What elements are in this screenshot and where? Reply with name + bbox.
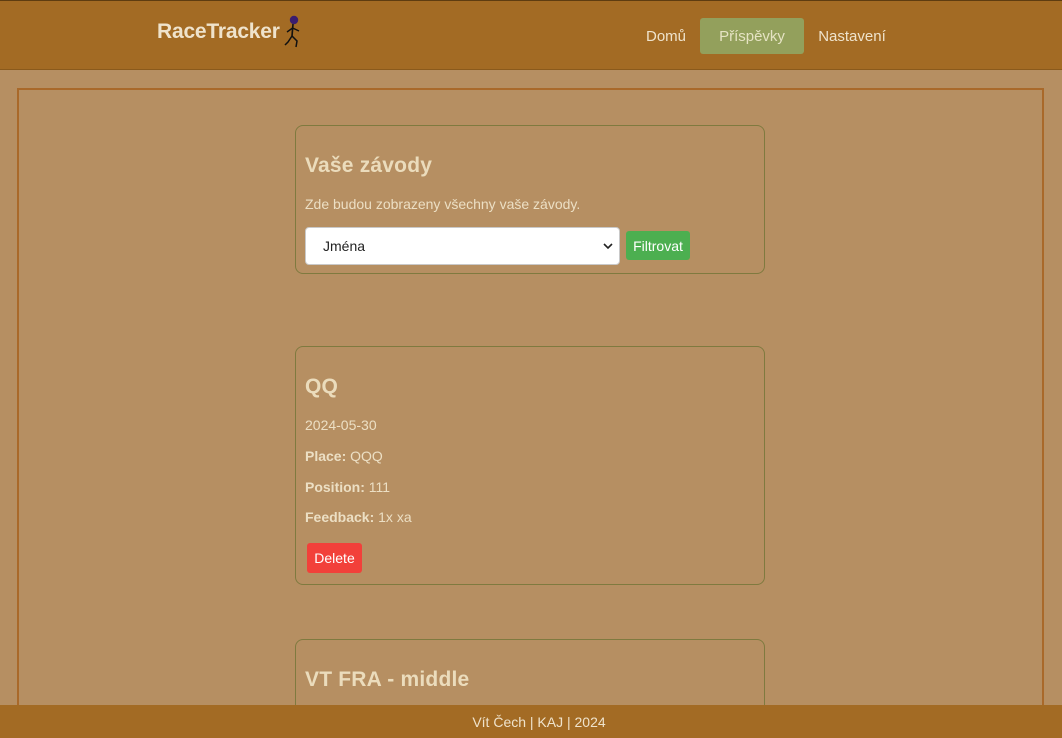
- top-navbar: RaceTracker Domů Příspěvky Nastavení: [0, 0, 1062, 70]
- race-place-label: Place:: [305, 448, 347, 464]
- race-card: QQ 2024-05-30 Place: QQQ Position: 111 F…: [295, 346, 765, 585]
- race-feedback-label: Feedback:: [305, 509, 375, 525]
- race-position-label: Position:: [305, 479, 365, 495]
- race-place: Place: QQQ: [305, 448, 383, 464]
- brand[interactable]: RaceTracker: [157, 14, 305, 50]
- nav-settings[interactable]: Nastavení: [812, 18, 892, 54]
- filter-title: Vaše závody: [305, 154, 433, 177]
- filter-description: Zde budou zobrazeny všechny vaše závody.: [305, 196, 581, 212]
- sort-select[interactable]: Jména: [305, 227, 620, 265]
- runner-icon: [284, 15, 300, 48]
- brand-name: RaceTracker: [157, 20, 280, 43]
- race-date: 2024-05-30: [305, 417, 377, 433]
- nav-home[interactable]: Domů: [640, 18, 692, 54]
- race-position: Position: 111: [305, 479, 390, 495]
- filter-button[interactable]: Filtrovat: [626, 231, 690, 260]
- chevron-down-icon: [603, 243, 613, 250]
- sort-select-value: Jména: [323, 238, 366, 254]
- race-name: QQ: [305, 375, 339, 398]
- filter-card: Vaše závody Zde budou zobrazeny všechny …: [295, 125, 765, 274]
- delete-button[interactable]: Delete: [307, 543, 362, 573]
- race-position-value: 111: [368, 479, 391, 495]
- race-place-value: QQQ: [350, 448, 383, 464]
- race-feedback-value: 1x xa: [378, 509, 412, 525]
- footer-text: Vít Čech | KAJ | 2024: [472, 713, 606, 730]
- race-name: VT FRA - middle: [305, 668, 470, 691]
- footer: Vít Čech | KAJ | 2024: [0, 705, 1062, 738]
- race-feedback: Feedback: 1x xa: [305, 509, 412, 525]
- nav-posts-active[interactable]: Příspěvky: [700, 18, 804, 54]
